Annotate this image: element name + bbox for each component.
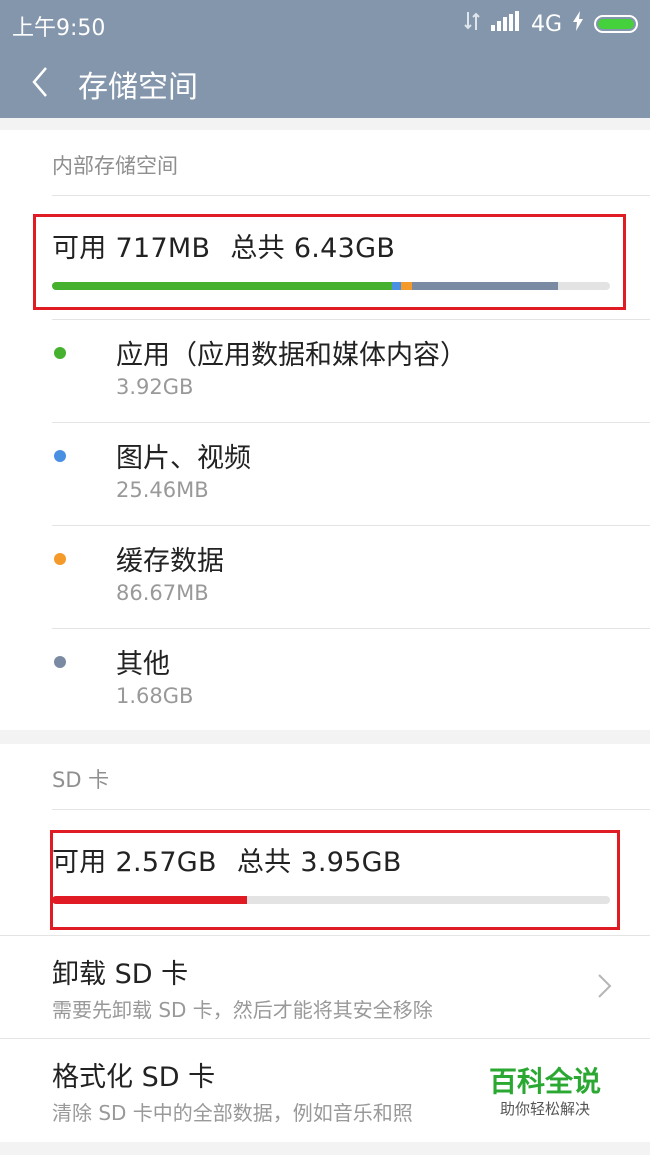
legend-size: 25.46MB xyxy=(116,478,209,502)
divider xyxy=(52,809,650,810)
internal-storage-card: 内部存储空间 可用 717MB 总共 6.43GB 应用（应用数据和媒体内容） 3… xyxy=(0,130,650,730)
data-transfer-icon xyxy=(463,10,481,38)
cache-dot xyxy=(54,553,66,565)
watermark-logo: 百科全说 助你轻松解决 xyxy=(480,1065,610,1119)
back-arrow-icon[interactable] xyxy=(28,62,52,102)
legend-item-photos-videos[interactable]: 图片、视频 25.46MB xyxy=(0,424,650,526)
unmount-description: 需要先卸载 SD 卡，然后才能将其安全移除 xyxy=(52,998,433,1022)
legend-name: 缓存数据 xyxy=(116,546,224,577)
legend-name: 应用（应用数据和媒体内容） xyxy=(116,340,467,371)
title-bar: 存储空间 xyxy=(0,46,650,118)
legend-size: 86.67MB xyxy=(116,581,209,605)
network-type: 4G xyxy=(530,11,562,37)
legend-size: 1.68GB xyxy=(116,684,194,708)
highlight-box-sd xyxy=(50,830,620,930)
sd-section-label: SD 卡 xyxy=(52,768,110,792)
legend-item-other[interactable]: 其他 1.68GB xyxy=(0,630,650,732)
legend-name: 其他 xyxy=(116,649,170,680)
apps-dot xyxy=(54,347,66,359)
status-bar: 上午9:50 4G xyxy=(0,0,650,46)
page-title: 存储空间 xyxy=(78,70,198,105)
charging-icon xyxy=(572,11,584,37)
legend-item-cache[interactable]: 缓存数据 86.67MB xyxy=(0,527,650,629)
watermark-title: 百科全说 xyxy=(488,1065,601,1098)
divider xyxy=(52,525,650,526)
format-description: 清除 SD 卡中的全部数据，例如音乐和照 xyxy=(52,1101,413,1125)
chevron-right-icon xyxy=(596,972,614,1000)
divider xyxy=(52,422,650,423)
divider xyxy=(52,628,650,629)
legend-item-apps[interactable]: 应用（应用数据和媒体内容） 3.92GB xyxy=(0,321,650,423)
watermark-subtitle: 助你轻松解决 xyxy=(499,1100,590,1118)
battery-icon xyxy=(594,15,638,33)
highlight-box-internal xyxy=(33,214,626,310)
legend-name: 图片、视频 xyxy=(116,443,251,474)
signal-icon xyxy=(490,11,521,37)
divider xyxy=(52,319,650,320)
status-time: 上午9:50 xyxy=(12,16,106,41)
other-dot xyxy=(54,656,66,668)
divider xyxy=(52,195,650,196)
photos-dot xyxy=(54,450,66,462)
internal-section-label: 内部存储空间 xyxy=(52,154,178,178)
unmount-title: 卸载 SD 卡 xyxy=(52,959,189,990)
format-title: 格式化 SD 卡 xyxy=(52,1062,216,1093)
unmount-sd-item[interactable]: 卸载 SD 卡 需要先卸载 SD 卡，然后才能将其安全移除 xyxy=(0,936,650,1038)
status-icons: 4G xyxy=(463,10,638,38)
legend-size: 3.92GB xyxy=(116,375,194,399)
